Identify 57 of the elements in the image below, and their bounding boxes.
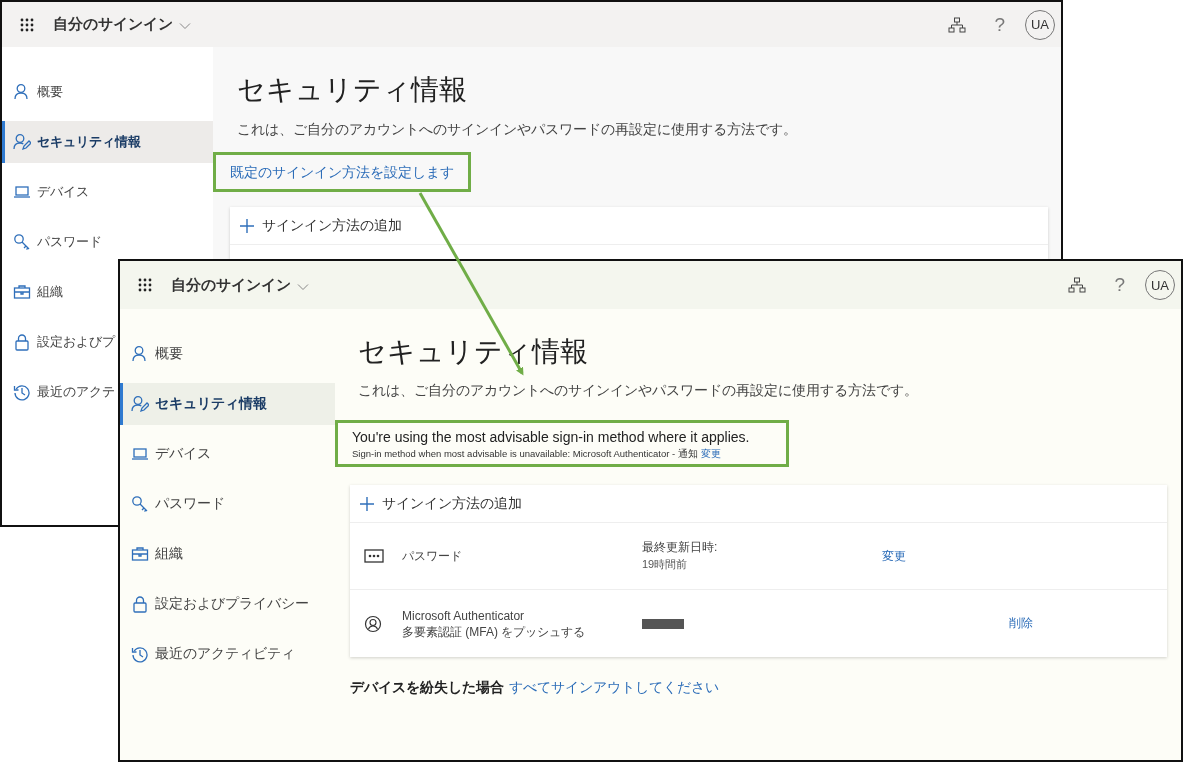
- sidebar-item[interactable]: パスワード: [120, 483, 335, 525]
- notice-detail: Sign-in method when most advisable is unavailable: Microsoft Authenticator - 通知: [352, 447, 698, 461]
- briefcase-icon: [131, 545, 149, 563]
- default-method-link[interactable]: 既定のサインイン方法を設定します: [230, 164, 454, 180]
- app-title[interactable]: 自分のサインイン: [53, 15, 173, 34]
- add-method-link[interactable]: サインイン方法の追加: [382, 494, 522, 513]
- app-title[interactable]: 自分のサインイン: [171, 275, 291, 295]
- sidebar-item[interactable]: 最近のアクテ: [2, 371, 115, 413]
- page-title: セキュリティ情報: [237, 73, 467, 107]
- history-icon: [13, 383, 31, 401]
- sidebar-item[interactable]: 組織: [120, 533, 335, 575]
- sidebar-item[interactable]: 設定およびプ: [2, 321, 115, 363]
- person-pencil-icon: [13, 133, 31, 151]
- sidebar-item[interactable]: デバイス: [2, 171, 89, 213]
- key-icon: [13, 233, 31, 251]
- lock-icon: [13, 333, 31, 351]
- plus-icon[interactable]: [360, 496, 374, 511]
- help-button[interactable]: ?: [994, 13, 1005, 36]
- sidebar-item[interactable]: セキュリティ情報: [2, 121, 213, 163]
- person-icon: [13, 83, 31, 101]
- sign-out-link[interactable]: すべてサインアウトしてください: [509, 679, 719, 697]
- method-name: パスワード: [402, 548, 463, 564]
- description-text: これは、ご自分のアカウントへのサインインやパスワードの再設定に使用する方法です。: [358, 381, 918, 399]
- person-pencil-icon: [131, 395, 149, 413]
- method-subtitle: 多要素認証 (MFA) をプッシュする: [402, 623, 587, 640]
- notice-text: You're using the most advisable sign-in method where it applies.: [352, 428, 751, 447]
- sidebar-item[interactable]: パスワード: [2, 221, 102, 263]
- description-text: これは、ご自分のアカウントへのサインインやパスワードの再設定に使用する方法です。: [237, 120, 797, 138]
- lost-device-label: デバイスを紛失した場合: [350, 679, 504, 697]
- sidebar-item[interactable]: デバイス: [120, 433, 335, 475]
- lock-icon: [131, 595, 149, 613]
- person-icon: [131, 345, 149, 363]
- plus-icon[interactable]: [240, 218, 254, 233]
- sidebar-item[interactable]: 概要: [2, 71, 63, 113]
- add-method-link[interactable]: サインイン方法の追加: [262, 216, 402, 235]
- app-launcher-icon[interactable]: [138, 278, 152, 292]
- sidebar-item[interactable]: 最近のアクティビティ: [120, 633, 335, 675]
- briefcase-icon: [13, 283, 31, 301]
- change-link[interactable]: 変更: [700, 447, 721, 461]
- app-launcher-icon[interactable]: [20, 17, 34, 32]
- password-dots-icon: [364, 549, 384, 563]
- key-icon: [131, 495, 149, 513]
- detail-value: 19時間前: [642, 557, 689, 572]
- org-chart-icon[interactable]: [1068, 277, 1087, 293]
- method-action-link[interactable]: 変更: [882, 547, 906, 565]
- help-button[interactable]: ?: [1114, 274, 1125, 296]
- org-chart-icon[interactable]: [948, 16, 967, 33]
- sidebar-item[interactable]: 設定およびプライバシー: [120, 583, 335, 625]
- detail-label: 最終更新日時:: [642, 539, 719, 556]
- laptop-icon: [13, 183, 31, 201]
- laptop-icon: [131, 445, 149, 463]
- method-action-link[interactable]: 削除: [1009, 615, 1033, 632]
- method-name: Microsoft Authenticator: [402, 607, 526, 624]
- sidebar-item[interactable]: 組織: [2, 271, 63, 313]
- history-icon: [131, 645, 149, 663]
- sidebar-item[interactable]: 概要: [120, 333, 335, 375]
- sidebar-item[interactable]: セキュリティ情報: [120, 383, 335, 425]
